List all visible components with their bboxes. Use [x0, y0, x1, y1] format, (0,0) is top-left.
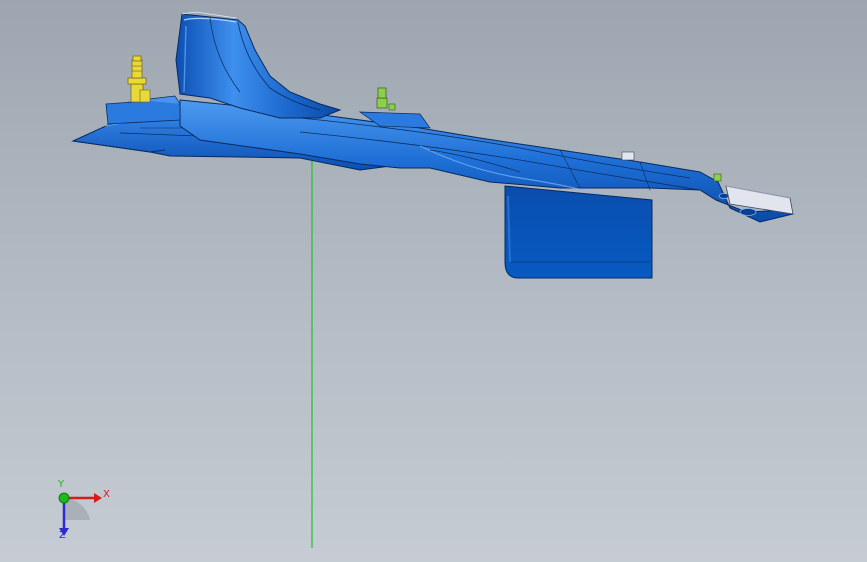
lower-box-body[interactable] — [504, 185, 653, 279]
x-axis-label: X — [103, 489, 110, 500]
z-axis-label: Z — [59, 530, 66, 541]
y-axis-dot — [58, 492, 70, 504]
yellow-stud-fastener[interactable] — [127, 55, 151, 103]
graphics-viewport[interactable]: X Y Z — [0, 0, 867, 562]
small-bracket-tab — [621, 151, 635, 161]
green-stud-fastener-right[interactable] — [713, 173, 722, 182]
x-arrow-head — [94, 493, 102, 503]
end-hole — [739, 208, 757, 216]
3d-model-view[interactable] — [0, 0, 867, 562]
green-stud-fastener[interactable] — [376, 87, 396, 111]
orientation-triad: X Y Z — [44, 480, 114, 550]
y-axis-label: Y — [58, 479, 65, 490]
main-body-strip[interactable] — [179, 99, 794, 223]
